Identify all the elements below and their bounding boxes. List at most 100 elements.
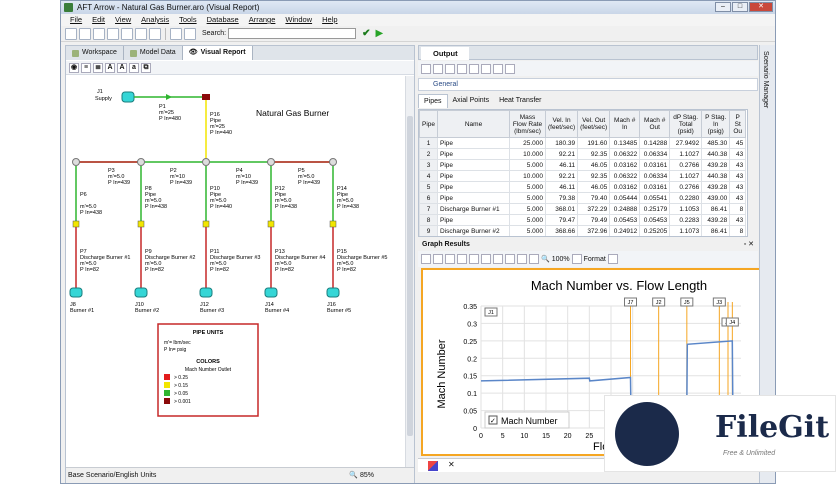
table-row[interactable]: 5 Pipe 5.000 46.11 46.05 0.03162 0.03161 0.2766… [419, 181, 747, 193]
branch-junction[interactable] [202, 158, 210, 166]
settings-icon[interactable] [607, 254, 618, 264]
menu-arrange[interactable]: Arrange [249, 14, 276, 26]
canvas-scrollbar[interactable] [405, 76, 414, 469]
menu-file[interactable]: File [70, 14, 82, 26]
open-icon[interactable] [79, 27, 91, 40]
grid-icon[interactable] [493, 63, 503, 74]
burner-junction[interactable] [199, 287, 213, 298]
columns-icon[interactable] [505, 63, 515, 74]
valve-icon[interactable] [202, 220, 210, 228]
table-row[interactable]: 4 Pipe 10.000 92.21 92.35 0.06322 0.06334 1.102… [419, 170, 747, 182]
table-row[interactable]: 1 Pipe 25.000 180.39 191.60 0.13485 0.14288 27.… [419, 137, 747, 149]
column-header[interactable]: Mach # Out [639, 110, 671, 138]
supply-junction[interactable] [121, 91, 135, 103]
font-decrease-icon[interactable]: a [129, 62, 139, 73]
minimize-button[interactable]: – [715, 2, 731, 12]
legend-icon[interactable] [481, 254, 491, 264]
panel-icon[interactable] [149, 27, 161, 40]
grid-icon[interactable] [135, 27, 147, 40]
export-icon[interactable] [481, 63, 491, 74]
chart-icon[interactable] [469, 254, 479, 264]
table-row[interactable]: 2 Pipe 10.000 92.21 92.35 0.06322 0.06334 1.102… [419, 148, 747, 160]
valve-icon[interactable] [137, 220, 145, 228]
table-row[interactable]: 8 Pipe 5.000 79.47 79.49 0.05453 0.05453 0.2283… [419, 214, 747, 226]
branch-junction[interactable] [137, 158, 145, 166]
close-button[interactable]: ✕ [749, 2, 773, 12]
tab-visual-report[interactable]: 👁 Visual Report [182, 46, 253, 60]
valve-icon[interactable] [267, 220, 275, 228]
list-icon[interactable]: ≡ [81, 62, 91, 73]
font-icon[interactable]: A [105, 62, 115, 73]
general-section[interactable]: General [418, 78, 758, 91]
tab-heat-transfer[interactable]: Heat Transfer [494, 94, 546, 108]
column-header[interactable]: P Stag. In (psig) [701, 110, 731, 138]
save-icon[interactable] [433, 63, 443, 74]
menu-help[interactable]: Help [322, 14, 337, 26]
branch-junction[interactable] [267, 158, 275, 166]
column-header[interactable]: Name [437, 110, 511, 138]
tab-model-data[interactable]: Model Data [124, 46, 183, 60]
column-header[interactable]: Mach # In [609, 110, 641, 138]
list-alt-icon[interactable]: ≣ [93, 62, 103, 73]
print-icon[interactable] [421, 63, 431, 74]
close-tab-icon[interactable]: ✕ [448, 460, 455, 469]
menu-edit[interactable]: Edit [92, 14, 105, 26]
graph-tab-icon[interactable] [428, 461, 438, 471]
filter-icon[interactable] [184, 27, 196, 40]
menu-database[interactable]: Database [207, 14, 239, 26]
copy-icon[interactable] [445, 63, 455, 74]
diagram-canvas[interactable]: Natural Gas Burner J1 Supply P1 m'=25 P … [66, 76, 406, 469]
highlight-icon[interactable] [529, 254, 539, 264]
burner-junction[interactable] [264, 287, 278, 298]
new-icon[interactable] [65, 27, 77, 40]
column-header[interactable]: Pipe [419, 110, 439, 138]
menu-window[interactable]: Window [285, 14, 312, 26]
maximize-button[interactable]: □ [732, 2, 748, 12]
column-header[interactable]: dP Stag. Total (psid) [669, 110, 703, 138]
column-header[interactable]: Vel. In (feet/sec) [545, 110, 579, 138]
panel-controls[interactable]: ▫ ✕ [744, 239, 754, 250]
branch-junction[interactable] [72, 158, 80, 166]
column-header[interactable]: Mass Flow Rate (lbm/sec) [509, 110, 547, 138]
menu-view[interactable]: View [115, 14, 131, 26]
save-icon[interactable] [433, 254, 443, 264]
font-increase-icon[interactable]: A [117, 62, 127, 73]
crosshair-icon[interactable] [505, 254, 515, 264]
zoom-icon[interactable]: 🔍 [541, 255, 550, 263]
pan-icon[interactable] [571, 254, 582, 264]
burner-junction[interactable] [326, 287, 340, 298]
folder-icon[interactable] [421, 254, 431, 264]
branch-junction[interactable] [329, 158, 337, 166]
copy-icon[interactable] [457, 254, 467, 264]
run-icon[interactable]: ▶ [376, 28, 384, 39]
copy-icon[interactable]: ⧉ [141, 62, 151, 73]
table-row[interactable]: 7 Discharge Burner #1 5.000 368.01 372.29 0.2… [419, 203, 747, 215]
table-row[interactable]: 6 Pipe 5.000 79.38 79.40 0.05444 0.05541 0.2280… [419, 192, 747, 204]
valve-icon[interactable] [329, 220, 337, 228]
pin-icon[interactable] [457, 63, 467, 74]
grid-icon[interactable] [493, 254, 503, 264]
print-icon[interactable] [107, 27, 119, 40]
menu-tools[interactable]: Tools [179, 14, 197, 26]
format-menu[interactable]: Format [584, 256, 606, 263]
valve-icon[interactable] [72, 220, 80, 228]
tab-output[interactable]: Output [421, 47, 469, 60]
valve-icon[interactable] [202, 94, 210, 100]
menu-analysis[interactable]: Analysis [141, 14, 169, 26]
view-icon[interactable]: ◉ [69, 62, 79, 73]
scrollbar-thumb[interactable] [407, 116, 413, 436]
zoom-level[interactable]: 🔍 85% [349, 468, 374, 483]
column-header[interactable]: P St Ou [729, 110, 747, 138]
burner-junction[interactable] [134, 287, 148, 298]
table-row[interactable]: 3 Pipe 5.000 46.11 46.05 0.03162 0.03161 0.2766… [419, 159, 747, 171]
search-input[interactable] [228, 28, 357, 39]
checkmark-icon[interactable]: ✔ [362, 28, 370, 39]
chat-icon[interactable] [170, 27, 182, 40]
burner-junction[interactable] [69, 287, 83, 298]
tab-workspace[interactable]: Workspace [66, 46, 124, 60]
table-row[interactable]: 9 Discharge Burner #2 5.000 368.66 372.96 0.2… [419, 225, 747, 236]
filter-icon[interactable] [469, 63, 479, 74]
tab-axial-points[interactable]: Axial Points [448, 94, 495, 108]
tab-pipes[interactable]: Pipes [418, 94, 448, 108]
column-header[interactable]: Vel. Out (feet/sec) [577, 110, 611, 138]
